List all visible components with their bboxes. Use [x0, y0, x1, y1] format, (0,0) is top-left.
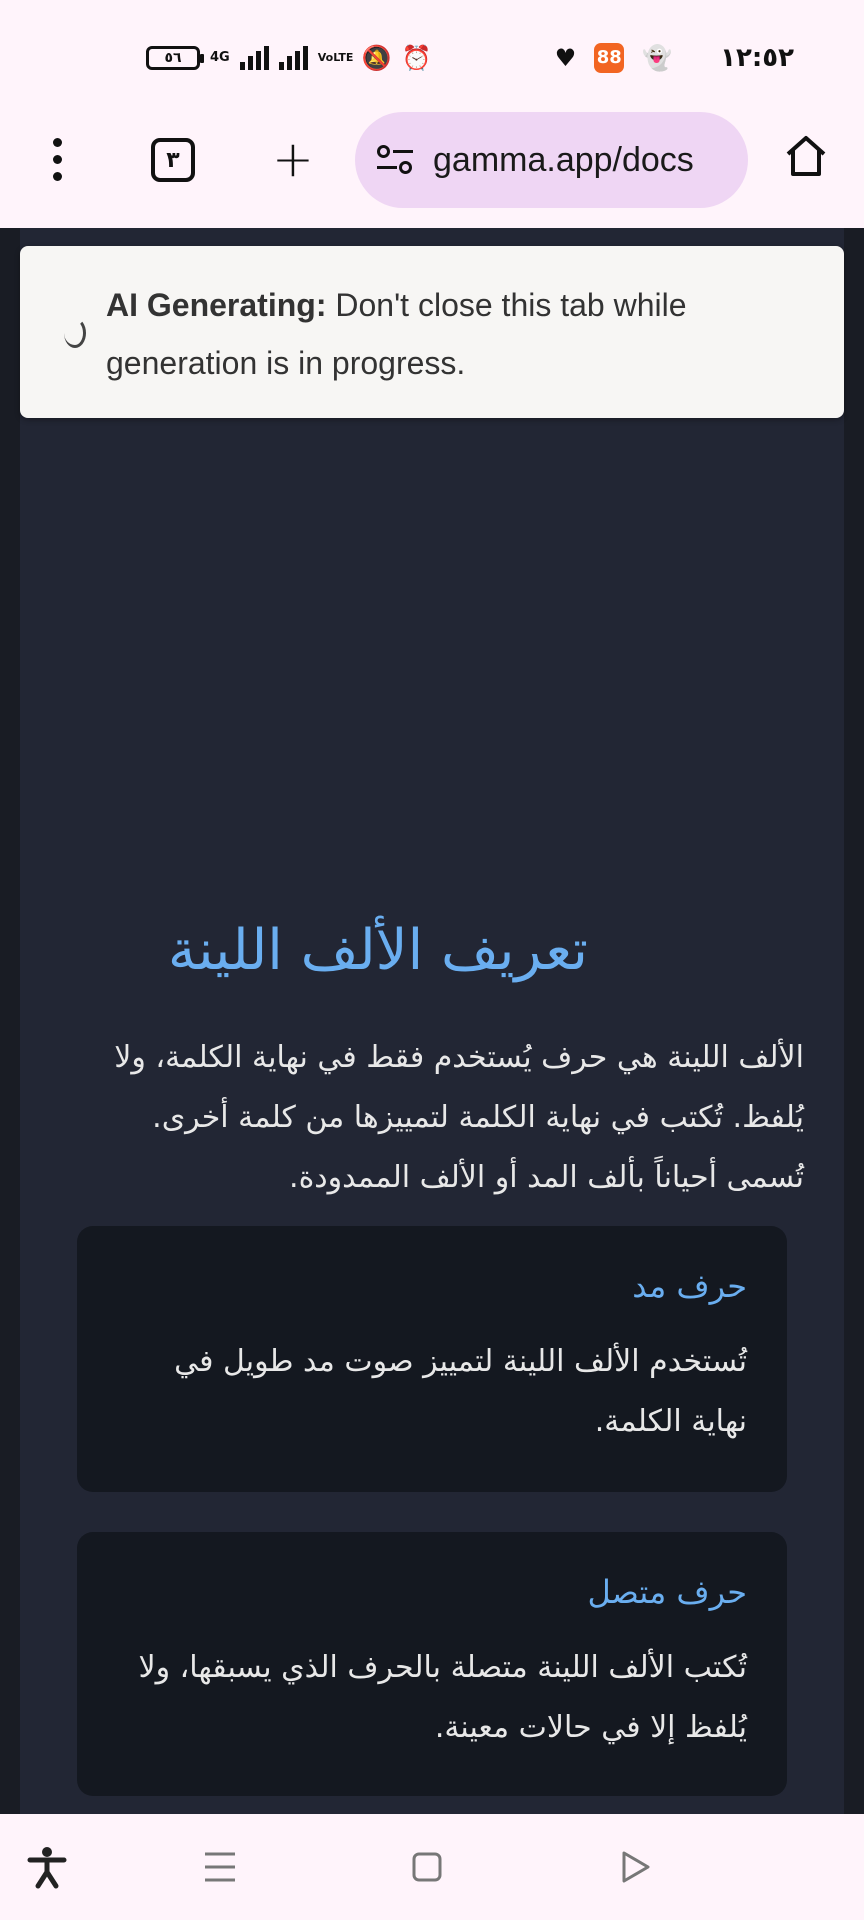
accessibility-icon	[27, 1847, 67, 1889]
overflow-menu-button[interactable]	[44, 138, 70, 184]
volte-icon: VoLTE	[317, 51, 354, 64]
info-card: حرف متصل تُكتب الألف اللينة متصلة بالحرف…	[77, 1532, 787, 1796]
url-text[interactable]: gamma.app/docs	[433, 141, 694, 180]
signal-strength-2-icon	[278, 46, 308, 70]
heart-icon: ♥	[554, 44, 577, 72]
ai-generating-banner: AI Generating: Don't close this tab whil…	[20, 246, 844, 418]
home-nav-button[interactable]	[404, 1844, 450, 1890]
system-navigation-bar	[0, 1814, 864, 1920]
info-card-title: حرف متصل	[587, 1573, 747, 1611]
info-card-body: تُكتب الألف اللينة متصلة بالحرف الذي يسب…	[138, 1650, 747, 1745]
back-button[interactable]	[612, 1844, 658, 1890]
info-card-title: حرف مد	[632, 1267, 747, 1305]
banner-label: AI Generating:	[106, 287, 327, 323]
status-right-icons: ♥ 88 👻 ١٢:٥٢	[555, 40, 794, 76]
browser-toolbar: ٣ + gamma.app/docs	[0, 112, 864, 228]
url-bar[interactable]: gamma.app/docs	[355, 112, 748, 208]
site-settings-icon[interactable]	[377, 144, 417, 176]
clock: ١٢:٥٢	[720, 43, 794, 73]
back-icon	[622, 1851, 650, 1883]
page-title: تعريف الألف اللينة	[167, 918, 588, 983]
home-button[interactable]	[782, 132, 830, 180]
accessibility-button[interactable]	[24, 1844, 70, 1890]
web-page[interactable]: تعريف الألف اللينة الألف اللينة هي حرف ي…	[0, 228, 864, 1814]
banner-text: AI Generating: Don't close this tab whil…	[106, 276, 806, 392]
home-nav-icon	[412, 1852, 442, 1882]
app-notification-icon: 88	[594, 43, 625, 73]
info-card: حرف مد تُستخدم الألف اللينة لتمييز صوت م…	[77, 1226, 787, 1492]
status-bar: ٥٦ 4G VoLTE 🔕 ⏰ ♥ 88 👻 ١٢:٥٢	[0, 0, 864, 112]
tab-switcher-button[interactable]: ٣	[151, 138, 195, 182]
network-type-label: 4G	[210, 50, 230, 65]
recent-apps-button[interactable]	[197, 1844, 243, 1890]
signal-strength-icon	[239, 46, 269, 70]
mute-icon: 🔕	[361, 44, 392, 72]
battery-level: ٥٦	[164, 50, 182, 66]
home-icon	[786, 136, 826, 176]
app-notification-label: 88	[596, 47, 622, 68]
network-type-icon: 4G	[210, 50, 230, 65]
volte-label: VoLTE	[317, 51, 354, 64]
recent-apps-icon	[205, 1852, 235, 1882]
alarm-icon: ⏰	[401, 44, 432, 72]
loading-spinner-icon	[64, 318, 86, 348]
battery-icon: ٥٦	[146, 46, 204, 70]
snapchat-icon: 👻	[642, 44, 673, 72]
status-left-icons: ٥٦ 4G VoLTE 🔕 ⏰	[146, 40, 432, 76]
new-tab-button[interactable]: +	[272, 134, 314, 186]
intro-paragraph: الألف اللينة هي حرف يُستخدم فقط في نهاية…	[114, 1040, 804, 1195]
info-card-body: تُستخدم الألف اللينة لتمييز صوت مد طويل …	[174, 1344, 747, 1439]
